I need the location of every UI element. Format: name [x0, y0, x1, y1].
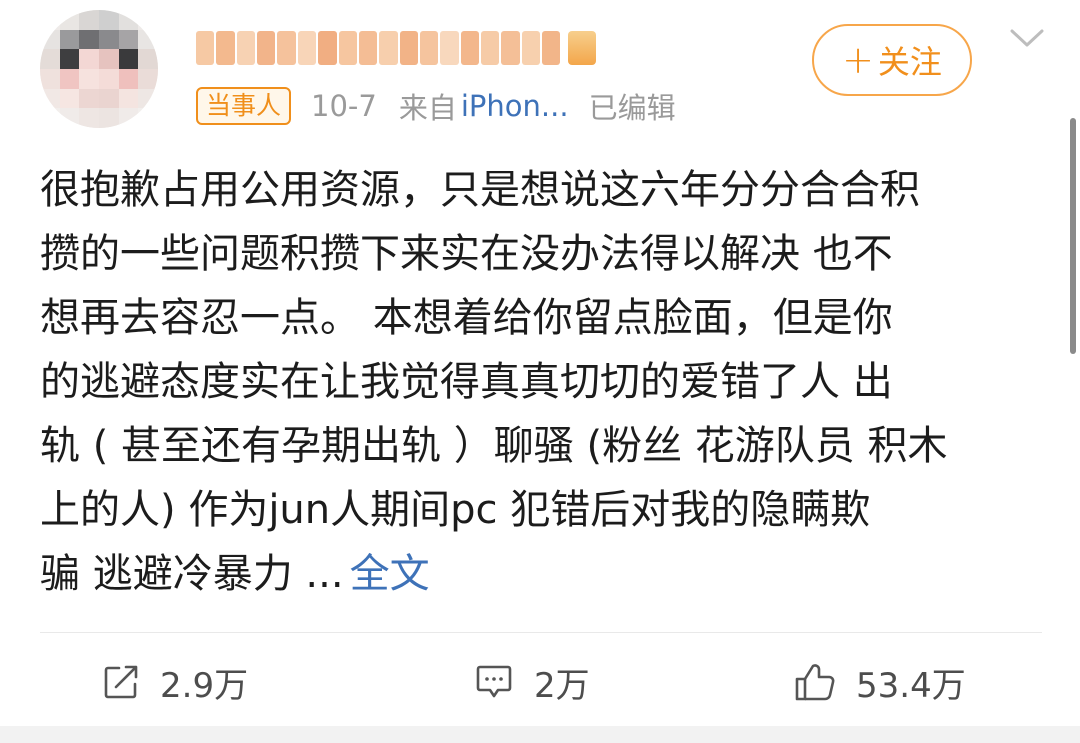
post-line-text: 骗 逃避冷暴力 ...	[40, 551, 344, 597]
avatar-mosaic-cell	[118, 108, 140, 128]
scrollbar-thumb[interactable]	[1070, 118, 1076, 354]
plus-icon: +	[842, 38, 874, 82]
avatar-mosaic-cell	[79, 10, 100, 31]
username-mosaic-cell	[277, 31, 296, 65]
avatar-mosaic-cell	[138, 69, 158, 90]
username-mosaic-cell	[521, 31, 541, 65]
post-line: 上的人) 作为jun人期间pc 犯错后对我的隐瞒欺	[40, 487, 871, 533]
chevron-down-icon[interactable]	[1006, 22, 1048, 52]
avatar-mosaic-cell	[59, 49, 81, 70]
avatar-mosaic-cell	[79, 108, 100, 128]
username-mosaic-cell	[542, 31, 561, 65]
post-line: 攒的一些问题积攒下来实在没办法得以解决 也不	[40, 231, 893, 277]
username-mosaic-cell	[318, 31, 337, 65]
avatar-mosaic-cell	[79, 69, 100, 90]
comment-count: 2万	[534, 665, 590, 706]
avatar-mosaic-cell	[118, 69, 140, 90]
username-mosaic-cell	[338, 31, 357, 65]
bottom-separator	[0, 726, 1080, 743]
avatar-mosaic-cell	[99, 29, 120, 51]
post-date: 10-7	[311, 89, 377, 123]
username-mosaic-cell	[440, 31, 459, 65]
username-mosaic-cell	[236, 31, 256, 65]
post-line: 很抱歉占用公用资源，只是想说这六年分分合合积	[40, 167, 920, 213]
avatar-mosaic-cell	[59, 69, 81, 90]
avatar-mosaic-cell	[59, 10, 81, 31]
post-last-line: 骗 逃避冷暴力 ... 全文	[40, 542, 1040, 606]
thumbs-up-icon	[795, 664, 835, 701]
avatar-mosaic-cell	[59, 108, 81, 128]
follow-label: 关注	[877, 43, 942, 81]
source-device-link[interactable]: iPhon...	[461, 89, 569, 123]
username-mosaic-cell	[216, 31, 235, 65]
username-mosaic-cell	[460, 31, 480, 65]
like-count: 53.4万	[856, 665, 966, 706]
comment-button[interactable]: 2万	[474, 650, 590, 714]
avatar-mosaic-cell	[138, 108, 158, 128]
username-mosaic-cell	[399, 31, 418, 65]
avatar-mosaic-cell	[138, 49, 158, 70]
avatar-mosaic-cell	[40, 29, 61, 51]
share-box-icon	[104, 665, 138, 699]
username-mosaic-cell	[358, 31, 378, 65]
full-text-link[interactable]: 全文	[350, 551, 430, 597]
post-body: 很抱歉占用公用资源，只是想说这六年分分合合积 攒的一些问题积攒下来实在没办法得以…	[40, 158, 1040, 606]
repost-count: 2.9万	[160, 665, 249, 706]
like-button[interactable]: 53.4万	[794, 650, 966, 714]
post-meta: 当事人 10-7 来自 iPhon... 已编辑	[196, 86, 676, 126]
avatar-mosaic-cell	[40, 49, 61, 70]
comment-bubble-icon	[476, 665, 512, 698]
avatar-mosaic-cell	[40, 88, 61, 110]
avatar-mosaic-cell	[40, 108, 61, 128]
post-line: 轨 ( 甚至还有孕期出轨 ）聊骚 (粉丝 花游队员 积木	[40, 423, 948, 469]
avatar-mosaic-cell	[79, 88, 100, 110]
repost-button[interactable]: 2.9万	[102, 650, 248, 714]
avatar-mosaic-cell	[99, 108, 120, 128]
avatar-mosaic-cell	[99, 49, 120, 70]
username-mosaic-cell	[501, 31, 520, 65]
avatar-mosaic-cell	[40, 69, 61, 90]
follow-button[interactable]: + 关注	[812, 24, 972, 96]
post-line: 想再去容忍一点。 本想着给你留点脸面，但是你	[40, 295, 893, 341]
action-bar: 2.9万 2万 53.4万	[0, 650, 1080, 714]
username-mosaic-cell	[419, 31, 439, 65]
source-label: 来自	[398, 91, 457, 125]
avatar-mosaic-cell	[118, 10, 140, 31]
edited-label: 已编辑	[588, 91, 676, 125]
avatar-mosaic-cell	[79, 29, 100, 51]
username-mosaic-cell	[297, 31, 317, 65]
username-mosaic-cell	[379, 31, 398, 65]
avatar-mosaic-cell	[59, 29, 81, 51]
avatar-mosaic-cell	[99, 10, 120, 31]
post-line: 的逃避态度实在让我觉得真真切切的爱错了人 出	[40, 359, 893, 405]
avatar-mosaic-cell	[99, 88, 120, 110]
divider	[40, 632, 1042, 633]
avatar-mosaic-cell	[138, 29, 158, 51]
avatar-mosaic-cell	[40, 10, 61, 31]
avatar[interactable]	[40, 10, 158, 128]
username-mosaic-cell	[196, 31, 215, 65]
avatar-mosaic-cell	[59, 88, 81, 110]
vip-badge-icon	[568, 31, 596, 65]
avatar-mosaic-cell	[138, 10, 158, 31]
avatar-mosaic-cell	[118, 49, 140, 70]
avatar-mosaic-cell	[118, 88, 140, 110]
post-card: 当事人 10-7 来自 iPhon... 已编辑 + 关注 很抱歉占用公用资源，…	[0, 0, 1080, 726]
username-mosaic-cell	[481, 31, 500, 65]
avatar-mosaic-cell	[79, 49, 100, 70]
avatar-mosaic-cell	[99, 69, 120, 90]
username-censored[interactable]	[196, 28, 596, 68]
username-mosaic-cell	[257, 31, 276, 65]
avatar-mosaic-cell	[138, 88, 158, 110]
role-badge: 当事人	[196, 87, 292, 125]
avatar-mosaic-cell	[118, 29, 140, 51]
